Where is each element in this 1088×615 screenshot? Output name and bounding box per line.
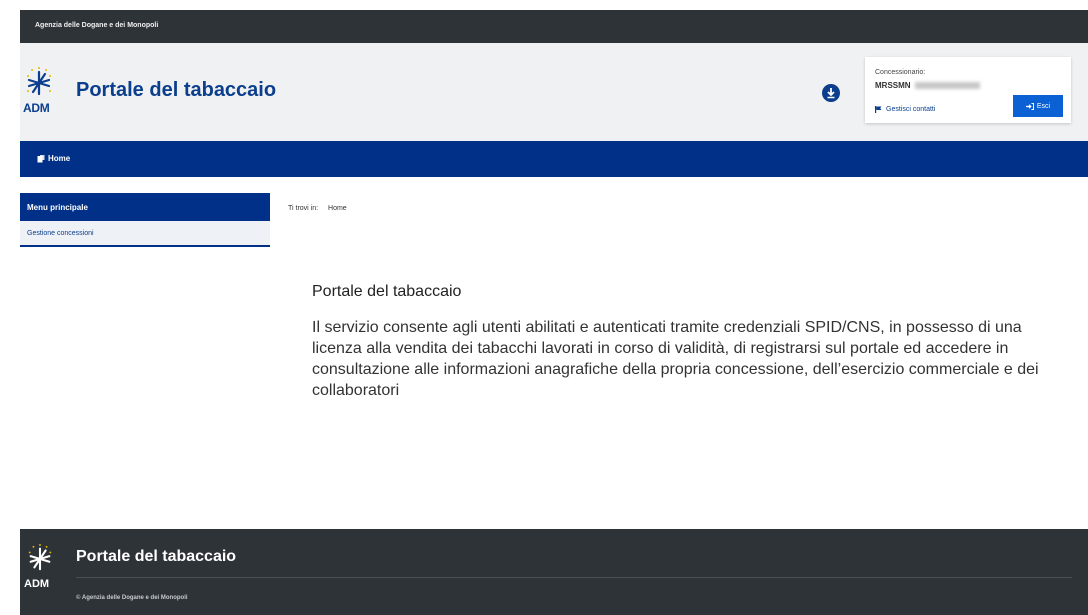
- footer-divider: [76, 577, 1072, 578]
- logo-text: ADM: [23, 101, 50, 115]
- site-header: ADM Portale del tabaccaio Concessionario…: [20, 43, 1088, 141]
- breadcrumb: Ti trovi in: Home: [288, 205, 347, 212]
- breadcrumb-current: Home: [328, 205, 347, 212]
- nav-home[interactable]: Home: [37, 154, 70, 163]
- user-code: MRSSMN: [875, 81, 911, 90]
- nav-home-label: Home: [48, 154, 71, 163]
- agency-name: Agenzia delle Dogane e dei Monopoli: [35, 22, 159, 29]
- flag-icon: [875, 106, 882, 113]
- breadcrumb-prefix: Ti trovi in:: [288, 205, 319, 212]
- footer-title: Portale del tabaccaio: [76, 548, 237, 565]
- exit-button[interactable]: Esci: [1013, 95, 1063, 117]
- exit-label: Esci: [1036, 102, 1051, 110]
- user-panel: Concessionario: MRSSMN Gestisci contatti…: [865, 57, 1071, 123]
- manage-contacts-label: Gestisci contatti: [886, 106, 936, 113]
- adm-logo[interactable]: ADM: [22, 66, 60, 118]
- adm-star-logo-icon: [28, 543, 52, 571]
- footer-copyright: © Agenzia delle Dogane e dei Monopoli: [76, 595, 188, 601]
- sidebar-title: Menu principale: [20, 193, 270, 221]
- page-description: Il servizio consente agli utenti abilita…: [312, 319, 1039, 399]
- footer-logo-text: ADM: [24, 578, 50, 590]
- redacted-code: [915, 82, 980, 89]
- agency-bar: Agenzia delle Dogane e dei Monopoli: [20, 10, 1088, 43]
- adm-star-logo-icon: [27, 67, 51, 96]
- site-title[interactable]: Portale del tabaccaio: [76, 79, 276, 102]
- main-navbar: Home: [20, 141, 1088, 177]
- concessionario-label: Concessionario:: [875, 69, 926, 76]
- sidebar-menu: Menu principale Gestione concessioni: [20, 193, 270, 247]
- footer-logo: ADM: [24, 543, 58, 593]
- sign-out-icon: [1025, 102, 1034, 110]
- page-title: Portale del tabaccaio: [312, 283, 462, 300]
- home-icon: [37, 154, 45, 162]
- site-footer: ADM Portale del tabaccaio © Agenzia dell…: [20, 529, 1088, 615]
- top-spacer: [0, 0, 1088, 10]
- download-icon[interactable]: [822, 84, 840, 102]
- manage-contacts-link[interactable]: Gestisci contatti: [875, 106, 935, 113]
- sidebar-item-gestione-concessioni[interactable]: Gestione concessioni: [20, 221, 270, 247]
